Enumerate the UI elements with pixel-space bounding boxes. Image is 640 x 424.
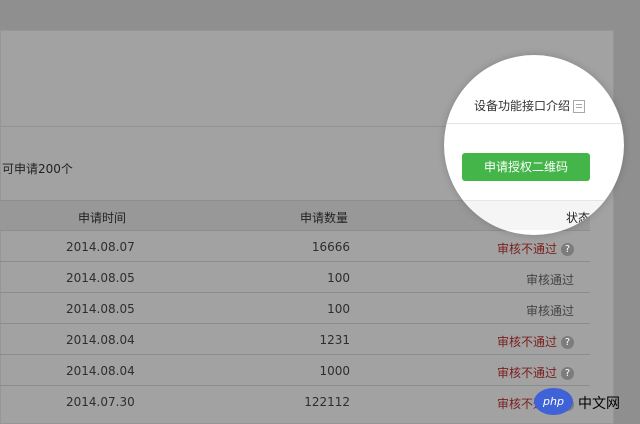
table-row: 2014.07.30 122112 审核不通过? — [0, 386, 590, 417]
magnifier-callout: 设备功能接口介绍 申请授权二维码 状态 — [444, 55, 624, 235]
help-icon[interactable]: ? — [561, 243, 574, 256]
table-row: 2014.08.05 100 审核通过 — [0, 262, 590, 293]
header-count: 申请数量 — [300, 211, 349, 225]
row-count: 100 — [327, 302, 350, 316]
row-time: 2014.08.05 — [66, 271, 135, 285]
table-row: 2014.08.04 1231 审核不通过? — [0, 324, 590, 355]
row-time: 2014.08.07 — [66, 240, 135, 254]
watermark-text: 中文网 — [578, 396, 620, 412]
header-status: 状态 — [565, 211, 590, 225]
document-icon — [573, 100, 586, 113]
row-count: 122112 — [304, 395, 350, 409]
row-time: 2014.08.05 — [66, 302, 135, 316]
row-count: 1000 — [319, 364, 350, 378]
row-status: 审核不通过? — [497, 364, 574, 381]
header-time: 申请时间 — [78, 211, 127, 225]
table-row: 2014.08.05 100 审核通过 — [0, 293, 590, 324]
row-count: 16666 — [311, 240, 350, 254]
row-status: 审核通过 — [525, 304, 574, 318]
help-icon[interactable]: ? — [561, 336, 574, 349]
quota-text: 可申请200个 — [2, 162, 73, 176]
table-row: 2014.08.07 16666 审核不通过? — [0, 231, 590, 262]
device-api-doc-link[interactable]: 设备功能接口介绍 — [474, 97, 586, 114]
php-badge: php — [534, 388, 573, 415]
help-icon[interactable]: ? — [561, 367, 574, 380]
table-header-magnified: 状态 — [444, 200, 624, 230]
table-row: 2014.08.04 1000 审核不通过? — [0, 355, 590, 386]
row-count: 1231 — [319, 333, 350, 347]
magnifier-divider — [444, 123, 624, 124]
watermark-logo: php 中文网 — [534, 388, 630, 416]
row-status: 审核不通过? — [497, 333, 574, 350]
row-status: 审核通过 — [525, 273, 574, 287]
row-time: 2014.08.04 — [66, 333, 135, 347]
row-status: 审核不通过? — [497, 240, 574, 257]
row-time: 2014.07.30 — [66, 395, 135, 409]
row-count: 100 — [327, 271, 350, 285]
apply-qr-code-button[interactable]: 申请授权二维码 — [462, 153, 590, 181]
row-time: 2014.08.04 — [66, 364, 135, 378]
